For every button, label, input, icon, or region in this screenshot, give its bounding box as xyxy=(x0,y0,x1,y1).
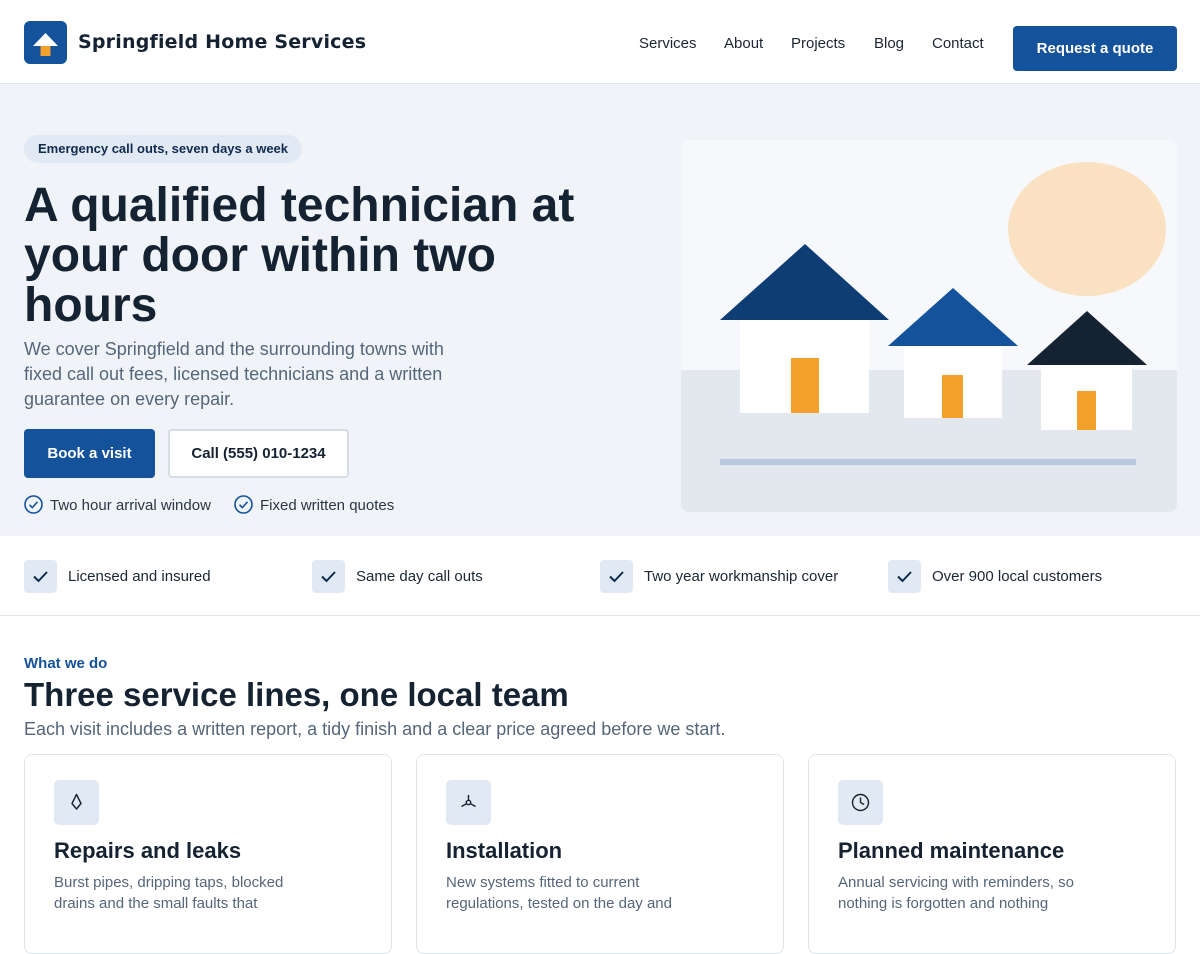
droplet-icon xyxy=(54,780,99,825)
hero-section: Emergency call outs, seven days a week A… xyxy=(0,84,1200,536)
request-quote-button[interactable]: Request a quote xyxy=(1013,26,1177,71)
check-icon xyxy=(312,560,345,593)
trust-label: Two year workmanship cover xyxy=(644,568,839,585)
emergency-badge: Emergency call outs, seven days a week xyxy=(24,135,303,163)
card-text: Annual servicing with reminders, so noth… xyxy=(838,874,1074,912)
card-title: Planned maintenance xyxy=(838,838,1065,863)
fan-icon xyxy=(446,780,491,825)
section-subtitle: Each visit includes a written report, a … xyxy=(24,719,726,739)
nav-about[interactable]: About xyxy=(724,35,763,52)
card-title: Repairs and leaks xyxy=(54,838,242,863)
section-title: Three service lines, one local team xyxy=(24,676,569,713)
nav-contact[interactable]: Contact xyxy=(932,35,984,52)
house-door xyxy=(1077,391,1096,430)
check-icon xyxy=(24,560,57,593)
hero-title: A qualified technician at your door with… xyxy=(24,179,575,332)
service-card-installation[interactable]: Installation New systems fitted to curre… xyxy=(416,754,784,954)
service-card-maintenance[interactable]: Planned maintenance Annual servicing wit… xyxy=(808,754,1176,954)
trust-label: Same day call outs xyxy=(356,568,483,585)
trust-label: Licensed and insured xyxy=(68,568,211,585)
trust-bar: Licensed and insured Same day call outs … xyxy=(0,536,1200,616)
check-label: Fixed written quotes xyxy=(260,497,395,514)
site-header: Springfield Home Services Services About… xyxy=(0,0,1200,84)
card-title: Installation xyxy=(446,838,563,863)
check-circle-icon xyxy=(24,495,43,514)
house-roof xyxy=(888,288,1018,346)
clock-icon xyxy=(838,780,883,825)
houses-illustration xyxy=(681,140,1177,512)
logo-icon[interactable] xyxy=(24,21,67,64)
check-label: Two hour arrival window xyxy=(50,497,211,514)
section-eyebrow: What we do xyxy=(24,655,108,672)
nav-blog[interactable]: Blog xyxy=(874,35,904,52)
house-roof xyxy=(1027,311,1147,365)
trust-label: Over 900 local customers xyxy=(932,568,1103,585)
street-line xyxy=(720,459,1136,465)
sun-shape xyxy=(1008,162,1166,296)
book-visit-button[interactable]: Book a visit xyxy=(24,429,155,478)
brand-name[interactable]: Springfield Home Services xyxy=(78,31,366,53)
check-circle-icon xyxy=(234,495,253,514)
check-icon xyxy=(888,560,921,593)
house-roof xyxy=(720,244,889,320)
house-door xyxy=(791,358,819,413)
service-card-repairs[interactable]: Repairs and leaks Burst pipes, dripping … xyxy=(24,754,392,954)
call-button[interactable]: Call (555) 010-1234 xyxy=(168,429,349,478)
card-text: Burst pipes, dripping taps, blocked drai… xyxy=(54,874,284,912)
house-door xyxy=(942,375,963,418)
check-icon xyxy=(600,560,633,593)
hero-description: We cover Springfield and the surrounding… xyxy=(24,339,444,409)
nav-projects[interactable]: Projects xyxy=(791,35,845,52)
nav-services[interactable]: Services xyxy=(639,35,697,52)
card-text: New systems fitted to current regulation… xyxy=(446,874,672,912)
